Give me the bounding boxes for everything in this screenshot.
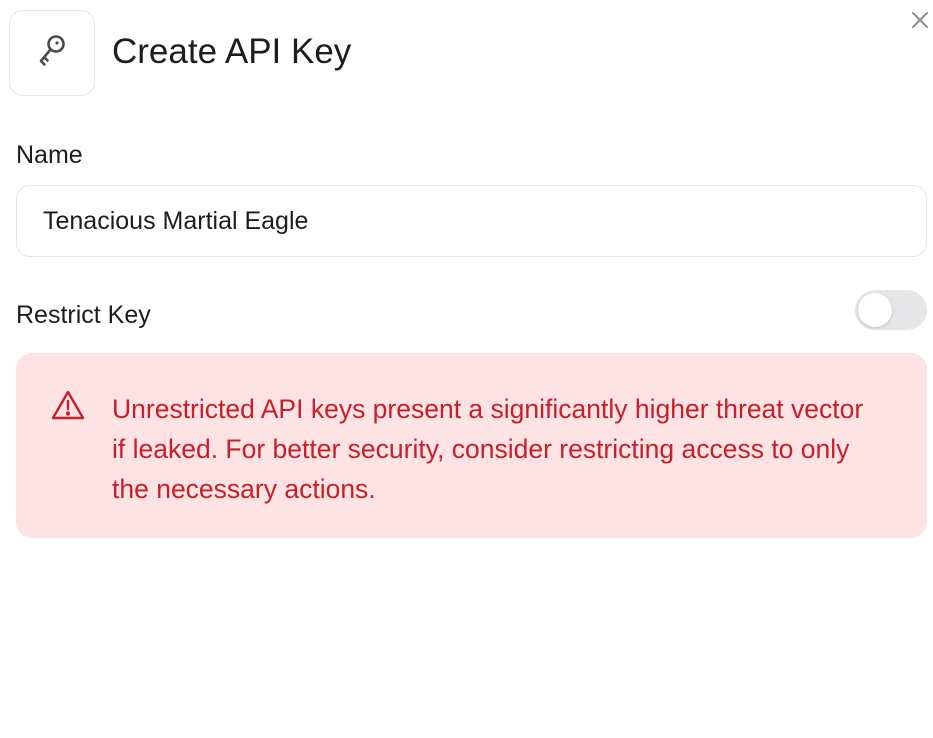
key-icon-container — [9, 10, 95, 96]
alert-message: Unrestricted API keys present a signific… — [112, 394, 864, 504]
restrict-key-toggle[interactable] — [855, 290, 927, 330]
key-icon — [37, 34, 67, 73]
name-input[interactable] — [16, 185, 927, 257]
toggle-knob — [858, 293, 892, 327]
close-button[interactable] — [910, 6, 933, 34]
restrict-key-label: Restrict Key — [16, 301, 151, 329]
close-icon — [912, 12, 928, 28]
warning-triangle-icon — [51, 390, 85, 420]
create-api-key-dialog: Create API Key Name Restrict Key Unrestr… — [0, 0, 933, 738]
name-label: Name — [16, 141, 83, 169]
dialog-title: Create API Key — [112, 32, 352, 71]
security-warning-alert: Unrestricted API keys present a signific… — [16, 353, 927, 538]
